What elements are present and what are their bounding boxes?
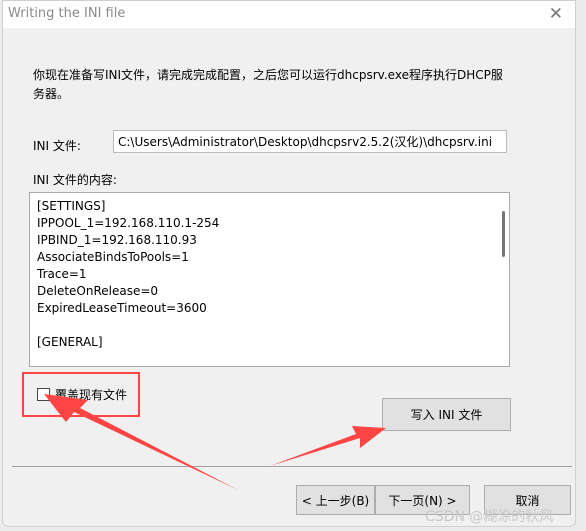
arrow-to-checkbox xyxy=(44,394,238,490)
watermark: CSDN @糊涂的秋风 xyxy=(425,509,554,525)
arrow-to-write-button xyxy=(270,426,386,466)
annotation-arrows xyxy=(44,394,386,490)
